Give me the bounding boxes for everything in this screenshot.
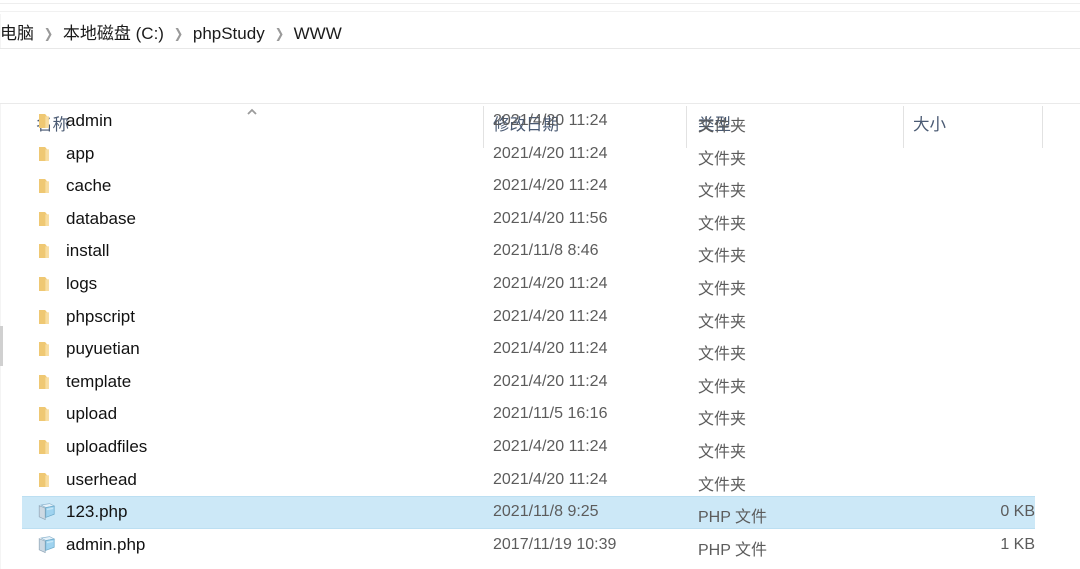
window-top-divider-lower: [0, 11, 1080, 12]
file-type: 文件夹: [698, 150, 747, 168]
file-type: 文件夹: [698, 280, 747, 298]
file-date-modified: 2021/4/20 11:24: [493, 144, 608, 162]
breadcrumb-separator-icon: ❯: [274, 25, 284, 41]
file-name[interactable]: database: [66, 209, 136, 229]
file-size: 0 KB: [1000, 503, 1035, 521]
php-file-icon: [36, 501, 58, 523]
file-date-modified: 2021/4/20 11:56: [493, 209, 608, 227]
file-date-modified: 2021/11/8 8:46: [493, 242, 599, 260]
file-row[interactable]: install 2021/11/8 8:46 文件夹: [0, 235, 1080, 268]
file-type: 文件夹: [698, 378, 747, 396]
breadcrumb-item-2[interactable]: 本地磁盘 (C:): [63, 24, 164, 43]
window-top-divider-upper: [0, 3, 1080, 4]
php-file-icon: [36, 534, 58, 556]
breadcrumb-item-4[interactable]: WWW: [294, 24, 342, 43]
file-type: 文件夹: [698, 313, 747, 331]
folder-icon: [36, 338, 58, 360]
file-row[interactable]: userhead 2021/4/20 11:24 文件夹: [0, 464, 1080, 497]
folder-icon: [36, 469, 58, 491]
file-name[interactable]: admin: [66, 111, 112, 131]
file-row[interactable]: admin 2021/4/20 11:24 文件夹: [0, 105, 1080, 138]
file-date-modified: 2021/4/20 11:24: [493, 274, 608, 292]
file-date-modified: 2021/4/20 11:24: [493, 437, 608, 455]
file-row[interactable]: template 2021/4/20 11:24 文件夹: [0, 366, 1080, 399]
breadcrumb-item-1[interactable]: 电脑: [0, 24, 34, 43]
file-name[interactable]: template: [66, 372, 131, 392]
file-row[interactable]: cache 2021/4/20 11:24 文件夹: [0, 170, 1080, 203]
breadcrumb[interactable]: 电脑 ❯ 本地磁盘 (C:) ❯ phpStudy ❯ WWW: [0, 19, 342, 44]
file-row[interactable]: admin.php 2017/11/19 10:39 PHP 文件 1 KB: [0, 529, 1080, 562]
file-row[interactable]: 123.php 2021/11/8 9:25 PHP 文件 0 KB: [0, 496, 1080, 529]
file-list[interactable]: admin 2021/4/20 11:24 文件夹 app 2021/4/20 11:2…: [0, 105, 1080, 569]
file-date-modified: 2021/4/20 11:24: [493, 470, 608, 488]
file-date-modified: 2021/11/8 9:25: [493, 503, 599, 521]
file-name[interactable]: logs: [66, 274, 97, 294]
file-name[interactable]: phpscript: [66, 307, 135, 327]
column-header-bottom-border: [0, 103, 1080, 104]
file-name[interactable]: app: [66, 144, 94, 164]
breadcrumb-separator-icon: ❯: [43, 25, 54, 41]
folder-icon: [36, 371, 58, 393]
file-type: 文件夹: [698, 118, 747, 135]
file-type: 文件夹: [698, 411, 747, 429]
breadcrumb-separator-icon: ❯: [173, 25, 184, 41]
file-name[interactable]: cache: [66, 176, 111, 196]
file-row[interactable]: logs 2021/4/20 11:24 文件夹: [0, 268, 1080, 301]
file-row[interactable]: app 2021/4/20 11:24 文件夹: [0, 138, 1080, 171]
folder-icon: [36, 436, 58, 458]
folder-icon: [36, 143, 58, 165]
file-type: 文件夹: [698, 215, 747, 233]
file-type: 文件夹: [698, 346, 747, 364]
column-header-row[interactable]: 名称 修改日期 类型 大小: [0, 49, 1080, 148]
file-row[interactable]: uploadfiles 2021/4/20 11:24 文件夹: [0, 431, 1080, 464]
folder-icon: [36, 208, 58, 230]
folder-icon: [36, 273, 58, 295]
address-bar[interactable]: 电脑 ❯ 本地磁盘 (C:) ❯ phpStudy ❯ WWW: [0, 14, 1080, 48]
file-name[interactable]: uploadfiles: [66, 437, 147, 457]
file-explorer-window: 电脑 ❯ 本地磁盘 (C:) ❯ phpStudy ❯ WWW 名称 修改日期 类型 大小 adm…: [0, 0, 1080, 569]
file-type: 文件夹: [698, 248, 747, 266]
vertical-scrollbar-thumb[interactable]: [0, 326, 3, 366]
file-name[interactable]: 123.php: [66, 502, 127, 522]
file-date-modified: 2021/4/20 11:24: [493, 372, 608, 390]
file-type: 文件夹: [698, 183, 747, 201]
file-type: PHP 文件: [698, 509, 768, 527]
file-name[interactable]: install: [66, 241, 109, 261]
file-name[interactable]: userhead: [66, 470, 137, 490]
file-name[interactable]: admin.php: [66, 535, 145, 555]
file-date-modified: 2021/4/20 11:24: [493, 177, 608, 195]
folder-icon: [36, 110, 58, 132]
file-row[interactable]: phpscript 2021/4/20 11:24 文件夹: [0, 301, 1080, 334]
file-type: PHP 文件: [698, 541, 768, 559]
file-row[interactable]: upload 2021/11/5 16:16 文件夹: [0, 398, 1080, 431]
file-type: 文件夹: [698, 476, 747, 494]
file-name[interactable]: upload: [66, 404, 117, 424]
file-type: 文件夹: [698, 443, 747, 461]
file-date-modified: 2021/4/20 11:24: [493, 340, 608, 358]
folder-icon: [36, 175, 58, 197]
file-date-modified: 2021/11/5 16:16: [493, 405, 608, 423]
file-date-modified: 2017/11/19 10:39: [493, 535, 617, 553]
file-row[interactable]: puyuetian 2021/4/20 11:24 文件夹: [0, 333, 1080, 366]
folder-icon: [36, 240, 58, 262]
file-date-modified: 2021/4/20 11:24: [493, 307, 608, 325]
file-date-modified: 2021/4/20 11:24: [493, 112, 608, 129]
file-name[interactable]: puyuetian: [66, 339, 140, 359]
breadcrumb-item-3[interactable]: phpStudy: [193, 24, 265, 43]
file-row[interactable]: database 2021/4/20 11:56 文件夹: [0, 203, 1080, 236]
file-size: 1 KB: [1000, 535, 1035, 553]
folder-icon: [36, 306, 58, 328]
folder-icon: [36, 403, 58, 425]
